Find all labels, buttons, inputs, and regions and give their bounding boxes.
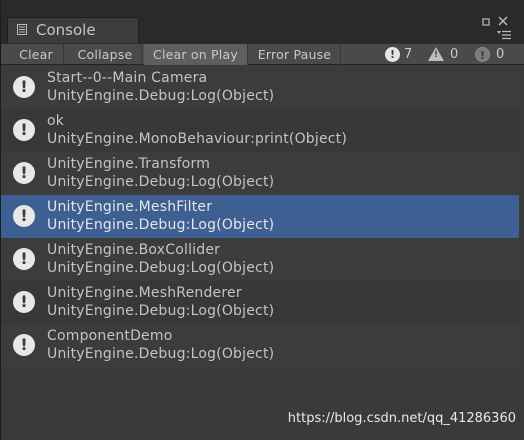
- log-message: UnityEngine.MeshRenderer: [47, 285, 242, 301]
- menu-icon[interactable]: [497, 30, 511, 40]
- watermark: https://blog.csdn.net/qq_41286360: [287, 411, 516, 426]
- log-detail-panel: [1, 375, 524, 440]
- log-source: UnityEngine.Debug:Log(Object): [47, 260, 275, 276]
- info-icon: !: [385, 47, 400, 62]
- info-icon: !: [13, 205, 35, 227]
- log-message: Start--0--Main Camera: [47, 70, 208, 86]
- info-icon: !: [13, 334, 35, 356]
- console-icon: [17, 24, 27, 35]
- log-message: ok: [47, 113, 65, 129]
- log-list: ! Start--0--Main Camera UnityEngine.Debu…: [1, 65, 524, 375]
- error-count: 0: [496, 47, 505, 62]
- info-count: 7: [404, 47, 413, 62]
- log-entry[interactable]: ! UnityEngine.BoxCollider UnityEngine.De…: [1, 238, 519, 281]
- log-entry[interactable]: ! UnityEngine.MeshRenderer UnityEngine.D…: [1, 281, 519, 324]
- error-pause-button[interactable]: Error Pause: [249, 44, 341, 65]
- log-message: UnityEngine.MeshFilter: [47, 199, 213, 215]
- warning-count: 0: [450, 47, 459, 62]
- tab-console[interactable]: Console: [7, 17, 139, 43]
- log-entry[interactable]: ! Start--0--Main Camera UnityEngine.Debu…: [1, 66, 519, 109]
- tab-title: Console: [36, 21, 96, 39]
- log-source: UnityEngine.Debug:Log(Object): [47, 88, 275, 104]
- log-message: UnityEngine.Transform: [47, 156, 211, 172]
- console-toolbar: Clear Collapse Clear on Play Error Pause…: [1, 43, 524, 65]
- clear-button[interactable]: Clear: [9, 44, 64, 65]
- info-icon: !: [13, 162, 35, 184]
- log-entry[interactable]: ! ComponentDemo UnityEngine.Debug:Log(Ob…: [1, 324, 519, 367]
- clear-on-play-button[interactable]: Clear on Play: [144, 44, 248, 65]
- log-source: UnityEngine.Debug:Log(Object): [47, 303, 275, 319]
- collapse-button[interactable]: Collapse: [69, 44, 142, 65]
- log-message: UnityEngine.BoxCollider: [47, 242, 221, 258]
- close-icon[interactable]: [498, 16, 508, 26]
- console-window: Console Clear Collapse Clear on Play Err…: [0, 0, 524, 440]
- log-entry-selected[interactable]: ! UnityEngine.MeshFilter UnityEngine.Deb…: [1, 195, 519, 238]
- log-source: UnityEngine.Debug:Log(Object): [47, 217, 275, 233]
- warning-icon-mark: !: [433, 50, 439, 60]
- info-icon: !: [13, 248, 35, 270]
- log-source: UnityEngine.MonoBehaviour:print(Object): [47, 131, 348, 147]
- info-icon: !: [13, 291, 35, 313]
- log-entry[interactable]: ! UnityEngine.Transform UnityEngine.Debu…: [1, 152, 519, 195]
- tab-strip: Console: [1, 0, 524, 43]
- log-entry[interactable]: ! ok UnityEngine.MonoBehaviour:print(Obj…: [1, 109, 519, 152]
- log-message: ComponentDemo: [47, 328, 173, 344]
- log-source: UnityEngine.Debug:Log(Object): [47, 346, 275, 362]
- maximize-icon[interactable]: [482, 18, 490, 26]
- log-source: UnityEngine.Debug:Log(Object): [47, 174, 275, 190]
- error-icon: !: [475, 47, 490, 62]
- info-icon: !: [13, 119, 35, 141]
- info-icon: !: [13, 76, 35, 98]
